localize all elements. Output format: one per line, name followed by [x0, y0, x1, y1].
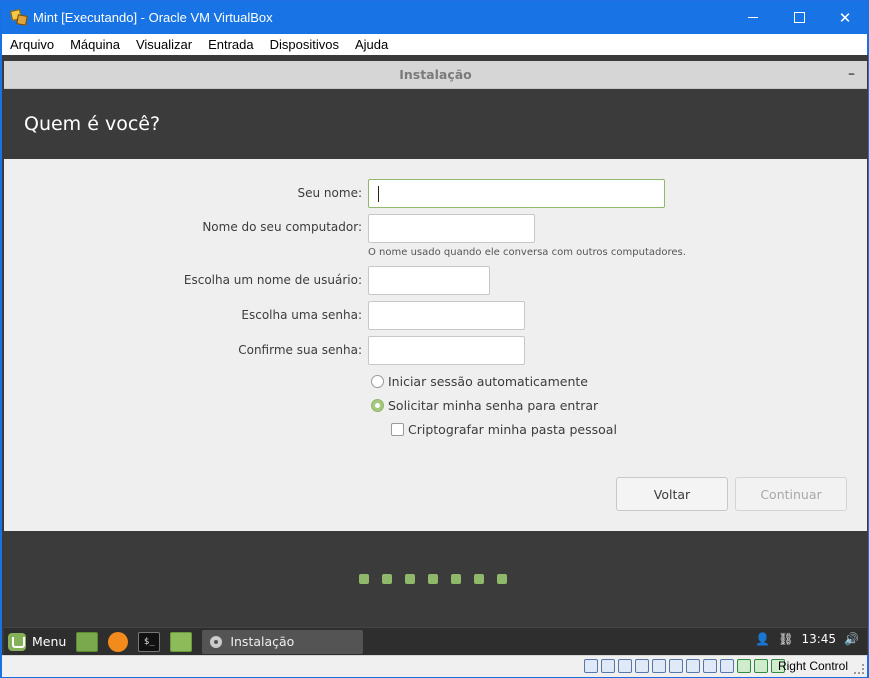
auto-login-option[interactable]: Iniciar sessão automaticamente	[371, 374, 588, 389]
installer-titlebar[interactable]: Instalação –	[4, 61, 867, 89]
display-icon[interactable]	[686, 659, 700, 673]
minimize-button[interactable]	[730, 1, 776, 34]
system-tray: 👤 ⛓ 13:45 🔊	[747, 632, 859, 646]
virtualization-icon[interactable]	[737, 659, 751, 673]
encrypt-home-label: Criptografar minha pasta pessoal	[408, 422, 617, 437]
menu-visualizar[interactable]: Visualizar	[128, 37, 200, 52]
menu-entrada[interactable]: Entrada	[200, 37, 262, 52]
encrypt-home-option[interactable]: Criptografar minha pasta pessoal	[391, 422, 617, 437]
linux-mint-icon	[8, 632, 26, 651]
auto-login-radio[interactable]	[371, 375, 384, 388]
maximize-button[interactable]	[776, 1, 822, 34]
username-field[interactable]	[368, 266, 490, 295]
encrypt-home-checkbox[interactable]	[391, 423, 404, 436]
menu-ajuda[interactable]: Ajuda	[347, 37, 396, 52]
window-title: Mint [Executando] - Oracle VM VirtualBox	[33, 10, 273, 25]
mint-panel: Menu $_ Instalação 👤 ⛓ 13:45 🔊	[4, 627, 867, 655]
virtualbox-window: Mint [Executando] - Oracle VM VirtualBox…	[0, 0, 869, 678]
name-field[interactable]	[368, 179, 665, 208]
computer-name-label: Nome do seu computador:	[202, 220, 362, 234]
firefox-icon[interactable]	[108, 631, 129, 652]
vbox-titlebar[interactable]: Mint [Executando] - Oracle VM VirtualBox…	[1, 1, 868, 34]
computer-name-hint: O nome usado quando ele conversa com out…	[368, 247, 686, 258]
network-adapter-icon[interactable]	[635, 659, 649, 673]
continue-button[interactable]: Continuar	[735, 477, 847, 511]
page-title: Quem é você?	[24, 113, 161, 135]
usb-icon[interactable]	[652, 659, 666, 673]
host-key-label: Right Control	[777, 659, 848, 673]
computer-name-field[interactable]	[368, 214, 535, 243]
password-field[interactable]	[368, 301, 525, 330]
menu-maquina[interactable]: Máquina	[62, 37, 128, 52]
progress-dot	[382, 574, 392, 584]
progress-dot	[497, 574, 507, 584]
disc-icon	[210, 635, 223, 648]
start-menu-label: Menu	[32, 634, 67, 649]
menu-arquivo[interactable]: Arquivo	[2, 37, 62, 52]
confirm-password-label: Confirme sua senha:	[238, 343, 362, 357]
close-button[interactable]: ✕	[822, 1, 868, 34]
vbox-status-icons	[581, 659, 785, 673]
hard-disk-icon[interactable]	[584, 659, 598, 673]
video-capture-icon[interactable]	[703, 659, 717, 673]
menu-dispositivos[interactable]: Dispositivos	[262, 37, 347, 52]
progress-dot	[428, 574, 438, 584]
mouse-integration-icon[interactable]	[754, 659, 768, 673]
cpu-icon[interactable]	[720, 659, 734, 673]
clock[interactable]: 13:45	[801, 632, 836, 646]
terminal-icon[interactable]: $_	[138, 631, 161, 652]
progress-dot	[359, 574, 369, 584]
installer-title: Instalação	[399, 67, 472, 82]
text-caret	[378, 186, 379, 202]
require-password-radio[interactable]	[371, 399, 384, 412]
files-folder-icon[interactable]	[170, 631, 193, 652]
vbox-menubar: Arquivo Máquina Visualizar Entrada Dispo…	[2, 34, 867, 55]
back-button[interactable]: Voltar	[616, 477, 728, 511]
progress-slideshow	[4, 531, 867, 627]
network-icon[interactable]: ⛓	[778, 632, 793, 646]
vbox-statusbar: Right Control	[2, 655, 867, 677]
volume-icon[interactable]: 🔊	[844, 632, 859, 646]
taskbar-item-label: Instalação	[230, 634, 295, 649]
confirm-password-field[interactable]	[368, 336, 525, 365]
user-icon[interactable]: 👤	[755, 632, 770, 646]
progress-dots	[359, 574, 520, 584]
user-form: Seu nome: Nome do seu computador: O nome…	[4, 159, 867, 531]
virtualbox-icon	[10, 8, 28, 26]
audio-icon[interactable]	[618, 659, 632, 673]
show-desktop-icon[interactable]	[76, 631, 99, 652]
auto-login-label: Iniciar sessão automaticamente	[388, 374, 588, 389]
optical-drive-icon[interactable]	[601, 659, 615, 673]
require-password-option[interactable]: Solicitar minha senha para entrar	[371, 398, 598, 413]
password-label: Escolha uma senha:	[241, 308, 362, 322]
progress-dot	[474, 574, 484, 584]
start-menu-button[interactable]: Menu	[8, 632, 67, 651]
username-label: Escolha um nome de usuário:	[183, 273, 362, 287]
taskbar-item-installer[interactable]: Instalação	[202, 629, 364, 654]
page-header: Quem é você?	[4, 89, 867, 159]
name-label: Seu nome:	[297, 186, 362, 200]
require-password-label: Solicitar minha senha para entrar	[388, 398, 599, 413]
resize-grip[interactable]	[854, 664, 864, 674]
shared-folders-icon[interactable]	[669, 659, 683, 673]
progress-dot	[405, 574, 415, 584]
installer-minimize-button[interactable]: –	[848, 66, 855, 82]
guest-screen: Instalação – Quem é você? Seu nome: Nome…	[2, 55, 868, 655]
progress-dot	[451, 574, 461, 584]
